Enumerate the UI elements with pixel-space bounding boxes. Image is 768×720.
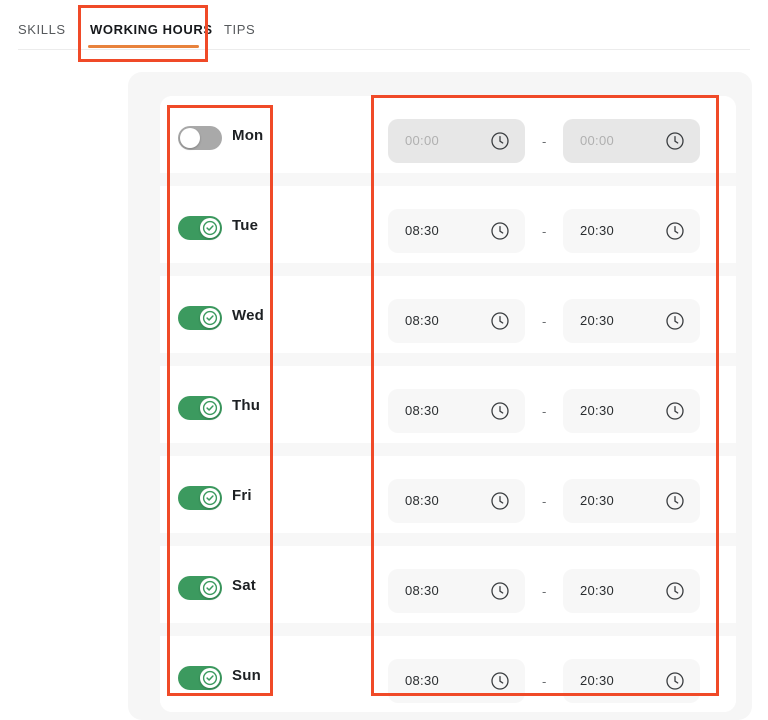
end-time-value: 00:00 [580,133,615,148]
end-time-value: 20:30 [580,313,615,328]
time-range-separator: - [542,494,547,509]
active-tab-underline [88,45,199,48]
time-range-separator: - [542,404,547,419]
start-time-value: 00:00 [405,133,440,148]
clock-icon[interactable] [490,131,510,151]
schedule-row: Sun 08:30 - 20:30 [160,636,736,712]
clock-icon[interactable] [665,671,685,691]
time-range-separator: - [542,584,547,599]
start-time-field-wed[interactable]: 08:30 [388,299,525,343]
clock-icon[interactable] [490,671,510,691]
start-time-field-fri[interactable]: 08:30 [388,479,525,523]
start-time-value: 08:30 [405,673,440,688]
end-time-value: 20:30 [580,493,615,508]
start-time-field-sat[interactable]: 08:30 [388,569,525,613]
start-time-value: 08:30 [405,313,440,328]
clock-icon[interactable] [490,581,510,601]
toggle-knob [200,218,220,238]
toggle-knob [200,668,220,688]
end-time-field-tue[interactable]: 20:30 [563,209,700,253]
start-time-value: 08:30 [405,493,440,508]
start-time-field-tue[interactable]: 08:30 [388,209,525,253]
end-time-field-sun[interactable]: 20:30 [563,659,700,703]
row-separator [160,353,736,366]
end-time-value: 20:30 [580,223,615,238]
schedule-card: Mon 00:00 - 00:00 Tue 08:30 - 20:30 Wed 08:30 - 20:… [160,96,736,712]
day-label-sun: Sun [232,667,261,684]
tab-bar: SKILLS WORKING HOURS TIPS [0,0,768,50]
end-time-value: 20:30 [580,403,615,418]
day-label-fri: Fri [232,487,252,504]
day-toggle-sat[interactable] [178,576,222,600]
clock-icon[interactable] [490,491,510,511]
start-time-value: 08:30 [405,583,440,598]
tab-skills[interactable]: SKILLS [18,22,66,37]
clock-icon[interactable] [665,131,685,151]
toggle-knob [200,398,220,418]
start-time-field-thu[interactable]: 08:30 [388,389,525,433]
start-time-value: 08:30 [405,223,440,238]
clock-icon[interactable] [490,401,510,421]
time-range-separator: - [542,224,547,239]
tab-tips[interactable]: TIPS [224,22,255,37]
day-toggle-sun[interactable] [178,666,222,690]
end-time-field-mon[interactable]: 00:00 [563,119,700,163]
row-separator [160,443,736,456]
row-separator [160,533,736,546]
day-label-mon: Mon [232,127,264,144]
start-time-field-sun[interactable]: 08:30 [388,659,525,703]
end-time-value: 20:30 [580,583,615,598]
clock-icon[interactable] [490,311,510,331]
end-time-field-thu[interactable]: 20:30 [563,389,700,433]
start-time-field-mon[interactable]: 00:00 [388,119,525,163]
day-label-sat: Sat [232,577,256,594]
toggle-knob [200,308,220,328]
day-toggle-thu[interactable] [178,396,222,420]
start-time-value: 08:30 [405,403,440,418]
end-time-field-fri[interactable]: 20:30 [563,479,700,523]
day-label-wed: Wed [232,307,264,324]
tab-bar-divider [18,49,750,50]
day-toggle-tue[interactable] [178,216,222,240]
clock-icon[interactable] [490,221,510,241]
time-range-separator: - [542,134,547,149]
end-time-field-sat[interactable]: 20:30 [563,569,700,613]
end-time-value: 20:30 [580,673,615,688]
toggle-knob [200,578,220,598]
time-range-separator: - [542,314,547,329]
row-separator [160,263,736,276]
clock-icon[interactable] [665,221,685,241]
clock-icon[interactable] [665,491,685,511]
row-separator [160,173,736,186]
end-time-field-wed[interactable]: 20:30 [563,299,700,343]
day-label-tue: Tue [232,217,259,234]
toggle-knob [180,128,200,148]
tab-working-hours[interactable]: WORKING HOURS [90,22,213,37]
day-toggle-mon[interactable] [178,126,222,150]
clock-icon[interactable] [665,311,685,331]
row-separator [160,623,736,636]
clock-icon[interactable] [665,401,685,421]
day-label-thu: Thu [232,397,261,414]
day-toggle-fri[interactable] [178,486,222,510]
day-toggle-wed[interactable] [178,306,222,330]
toggle-knob [200,488,220,508]
clock-icon[interactable] [665,581,685,601]
time-range-separator: - [542,674,547,689]
